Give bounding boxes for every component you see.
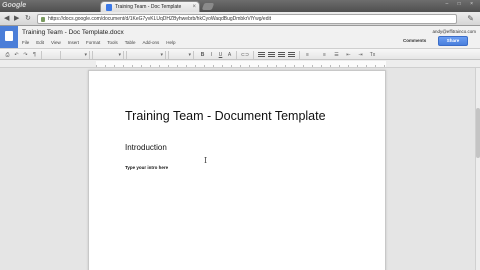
ruler[interactable] [0,60,480,68]
bulleted-list-icon[interactable]: ☰ [332,51,341,59]
document-title[interactable]: Training Team - Doc Template.docx [22,29,124,36]
menu-tools[interactable]: Tools [107,40,118,45]
vertical-scrollbar[interactable] [475,68,480,270]
menu-edit[interactable]: Edit [36,40,44,45]
redo-icon[interactable]: ↷ [22,51,29,59]
share-button[interactable]: Share [438,36,468,46]
browser-tabstrip: Google Training Team - Doc Template × – … [0,0,480,12]
menu-addons[interactable]: Add-ons [143,40,160,45]
tab-close-icon[interactable]: × [192,3,196,11]
toolbar-divider [41,51,42,59]
link-icon[interactable]: ⊂⊃ [240,51,250,59]
undo-icon[interactable]: ↶ [13,51,20,59]
address-bar[interactable]: https://docs.google.com/document/d/1KeG7… [37,14,457,24]
numbered-list-icon[interactable]: ≡ [320,51,329,59]
document-page[interactable]: Training Team - Document Template Introd… [88,70,386,270]
document-heading[interactable]: Training Team - Document Template [125,109,326,123]
docs-logo-icon[interactable] [0,26,18,48]
increase-indent-icon[interactable]: ⇥ [356,51,365,59]
clear-formatting-icon[interactable]: Tx [368,51,377,59]
align-justify-icon[interactable] [288,52,295,58]
browser-logo: Google [2,2,27,9]
menu-bar: File Edit View Insert Format Tools Table… [22,40,176,45]
comments-button[interactable]: Comments [400,37,429,45]
toolbar-divider [299,51,300,59]
print-icon[interactable]: ⎙ [4,51,11,59]
menu-help[interactable]: Help [166,40,175,45]
menu-table[interactable]: Table [125,40,136,45]
italic-button[interactable]: I [208,51,215,59]
toolbar-divider [236,51,237,59]
align-center-icon[interactable] [268,52,275,58]
wrench-icon[interactable]: ✎ [467,14,474,23]
document-body-text[interactable]: Type your intro here [125,165,168,170]
align-left-icon[interactable] [258,52,265,58]
scrollbar-thumb[interactable] [476,108,480,158]
ruler-scale [96,61,386,67]
reload-button[interactable]: ↻ [25,15,31,23]
line-spacing-icon[interactable]: ≡ [303,51,312,59]
bold-button[interactable]: B [199,51,206,59]
forward-button[interactable]: ▶ [14,15,19,23]
window-controls[interactable]: – □ × [446,1,478,7]
formatting-toolbar: ⎙ ↶ ↷ ¶ B I U A ⊂⊃ ≡ ≡ ☰ ⇤ ⇥ Tx [0,48,480,60]
docs-favicon-icon [106,4,112,11]
decrease-indent-icon[interactable]: ⇤ [344,51,353,59]
menu-file[interactable]: File [22,40,29,45]
lock-icon [41,17,45,22]
text-color-button[interactable]: A [226,51,233,59]
menu-format[interactable]: Format [86,40,100,45]
browser-navbar: ◀ ▶ ↻ https://docs.google.com/document/d… [0,12,480,26]
menu-view[interactable]: View [51,40,61,45]
tab-title: Training Team - Doc Template [115,4,182,10]
url-text[interactable]: https://docs.google.com/document/d/1KeG7… [48,16,271,23]
style-select[interactable] [92,51,124,59]
document-area: Training Team - Document Template Introd… [0,60,480,270]
underline-button[interactable]: U [217,51,224,59]
paint-format-icon[interactable]: ¶ [31,51,38,59]
new-tab-button[interactable] [201,3,215,10]
back-button[interactable]: ◀ [4,15,9,23]
mouse-text-cursor-icon: I [204,156,208,165]
docs-header: Training Team - Doc Template.docx File E… [0,26,480,48]
menu-insert[interactable]: Insert [68,40,79,45]
toolbar-divider [253,51,254,59]
zoom-select[interactable] [60,51,90,59]
font-select[interactable] [126,51,166,59]
document-subheading[interactable]: Introduction [125,143,167,152]
user-email[interactable]: andy@effitrainco.com [432,29,476,34]
align-right-icon[interactable] [278,52,285,58]
browser-tab[interactable]: Training Team - Doc Template × [100,1,200,12]
font-size-select[interactable] [168,51,194,59]
